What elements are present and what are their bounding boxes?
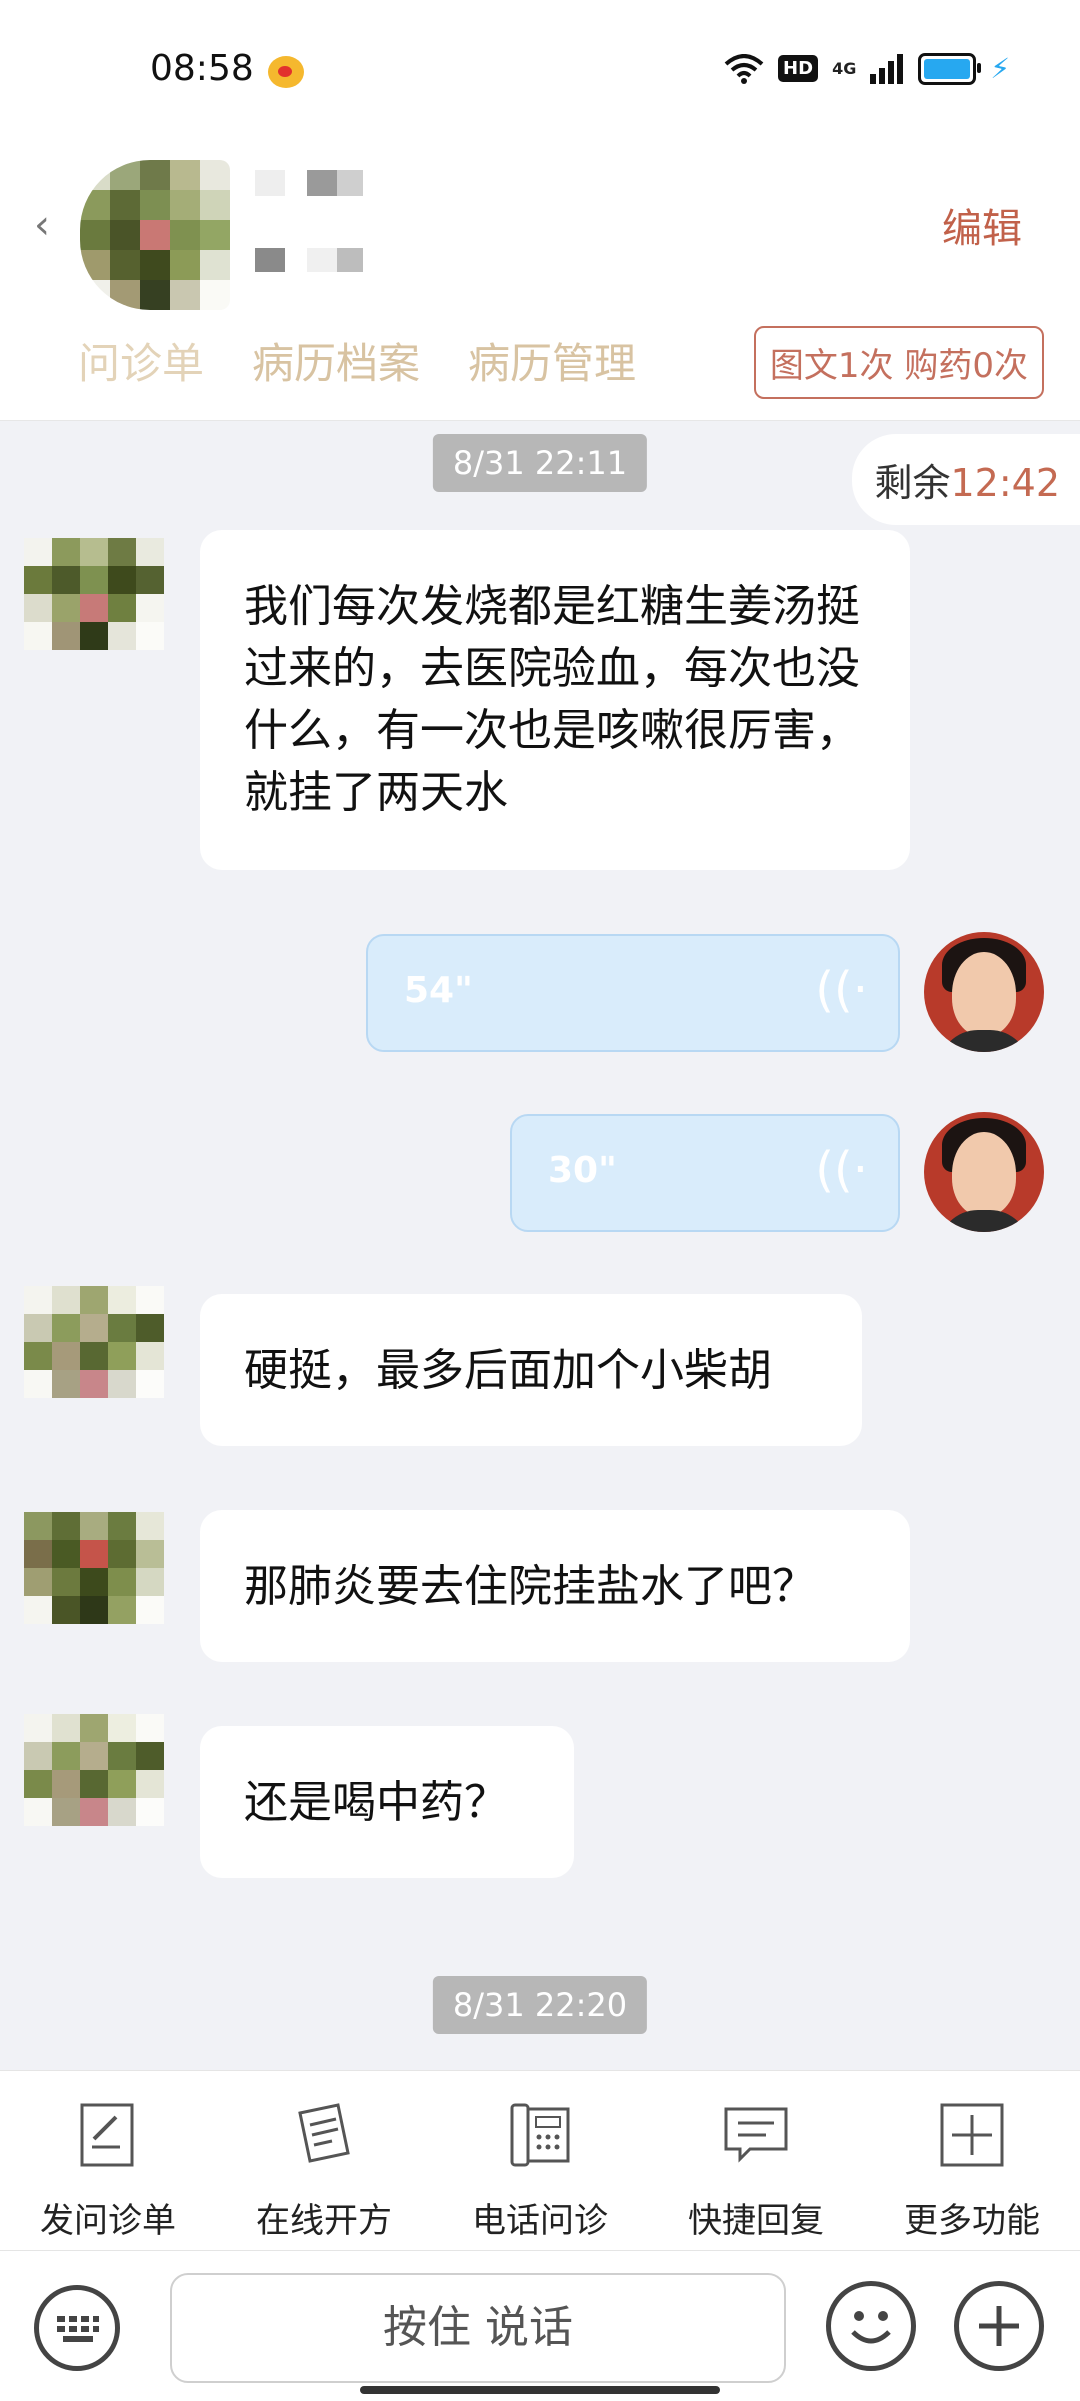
voice-duration: 54" xyxy=(404,970,473,1011)
tab-consult-form[interactable]: 问诊单 xyxy=(78,330,204,391)
voice-duration: 30" xyxy=(548,1150,617,1191)
message-text: 还是喝中药？ xyxy=(244,1777,508,1828)
voice-message[interactable]: 30" ((· xyxy=(510,1114,900,1232)
more-functions-button[interactable]: 更多功能 xyxy=(872,2099,1072,2242)
prescription-icon xyxy=(298,2103,350,2163)
message-text: 那肺炎要去住院挂盐水了吧？ xyxy=(244,1561,816,1612)
chat-bubble-icon xyxy=(724,2107,788,2163)
remaining-label: 剩余 xyxy=(874,461,951,505)
consult-counter-badge: 图文1次 购药0次 xyxy=(753,326,1044,399)
patient-message-avatar[interactable] xyxy=(24,1714,164,1826)
keyboard-toggle-button[interactable] xyxy=(34,2285,120,2371)
keyboard-icon xyxy=(57,2316,99,2342)
tool-label: 发问诊单 xyxy=(40,2201,176,2241)
patient-message-bubble: 硬挺，最多后面加个小柴胡 xyxy=(200,1294,862,1446)
form-pen-icon xyxy=(80,2103,134,2167)
chat-timestamp: 8/31 22:20 xyxy=(432,1976,648,2034)
phone-consult-button[interactable]: 电话问诊 xyxy=(440,2099,640,2242)
patient-message-avatar[interactable] xyxy=(24,538,164,650)
hold-to-talk-button[interactable]: 按住 说话 xyxy=(170,2273,786,2383)
doctor-avatar[interactable] xyxy=(924,932,1044,1052)
quick-reply-button[interactable]: 快捷回复 xyxy=(656,2099,856,2242)
tab-medical-records[interactable]: 病历档案 xyxy=(252,330,420,391)
patient-avatar[interactable] xyxy=(80,160,230,310)
telephone-icon xyxy=(510,2103,570,2167)
remaining-time-badge: 剩余12:42 xyxy=(852,434,1080,525)
header-tabs: 问诊单 病历档案 病历管理 xyxy=(78,330,636,391)
emoji-button[interactable] xyxy=(826,2281,916,2371)
voice-wave-icon: ((· xyxy=(815,1142,868,1198)
status-time: 08:58 xyxy=(150,48,254,89)
battery-icon xyxy=(918,52,982,85)
back-arrow-icon[interactable]: ‹ xyxy=(34,202,50,248)
patient-message-bubble: 那肺炎要去住院挂盐水了吧？ xyxy=(200,1510,910,1662)
doctor-avatar[interactable] xyxy=(924,1112,1044,1232)
plus-square-icon xyxy=(940,2103,1004,2167)
send-consult-form-button[interactable]: 发问诊单 xyxy=(8,2099,208,2242)
patient-message-bubble: 我们每次发烧都是红糖生姜汤挺过来的，去医院验血，每次也没什么，有一次也是咳嗽很厉… xyxy=(200,530,910,870)
message-text: 硬挺，最多后面加个小柴胡 xyxy=(244,1345,772,1396)
patient-name-blurred xyxy=(255,170,365,290)
smiley-icon xyxy=(851,2311,891,2344)
chat-timestamp: 8/31 22:11 xyxy=(432,434,648,492)
weibo-notification-icon xyxy=(268,56,304,88)
online-prescription-button[interactable]: 在线开方 xyxy=(224,2099,424,2242)
remaining-value: 12:42 xyxy=(950,461,1060,505)
tab-record-management[interactable]: 病历管理 xyxy=(468,330,636,391)
wifi-icon xyxy=(724,53,764,84)
voice-message[interactable]: 54" ((· xyxy=(366,934,900,1052)
tool-label: 在线开方 xyxy=(256,2201,392,2241)
signal-icon xyxy=(870,53,904,84)
patient-message-avatar[interactable] xyxy=(24,1286,164,1398)
edit-button[interactable]: 编辑 xyxy=(942,196,1022,254)
tool-label: 电话问诊 xyxy=(472,2201,608,2241)
plus-icon xyxy=(979,2306,1019,2346)
add-attachment-button[interactable] xyxy=(954,2281,1044,2371)
patient-message-avatar[interactable] xyxy=(24,1512,164,1624)
function-toolbar: 发问诊单 在线开方 电话问诊 快捷回复 更多功能 xyxy=(0,2070,1080,2251)
charging-icon: ⚡ xyxy=(990,52,1010,85)
tool-label: 更多功能 xyxy=(904,2201,1040,2241)
message-text: 我们每次发烧都是红糖生姜汤挺过来的，去医院验血，每次也没什么，有一次也是咳嗽很厉… xyxy=(244,581,860,818)
hd-badge: HD xyxy=(778,55,819,82)
patient-message-bubble: 还是喝中药？ xyxy=(200,1726,574,1878)
home-indicator[interactable] xyxy=(360,2386,720,2394)
network-label: 4G xyxy=(832,59,857,78)
voice-wave-icon: ((· xyxy=(815,962,868,1018)
status-bar: 08:58 HD 4G ⚡ xyxy=(0,0,1080,130)
status-icons: HD 4G ⚡ xyxy=(724,52,1010,85)
tool-label: 快捷回复 xyxy=(688,2201,824,2241)
input-bar: 按住 说话 xyxy=(0,2250,1080,2401)
chat-header: ‹ 编辑 问诊单 病历档案 病历管理 图文1次 购药0次 xyxy=(0,130,1080,421)
